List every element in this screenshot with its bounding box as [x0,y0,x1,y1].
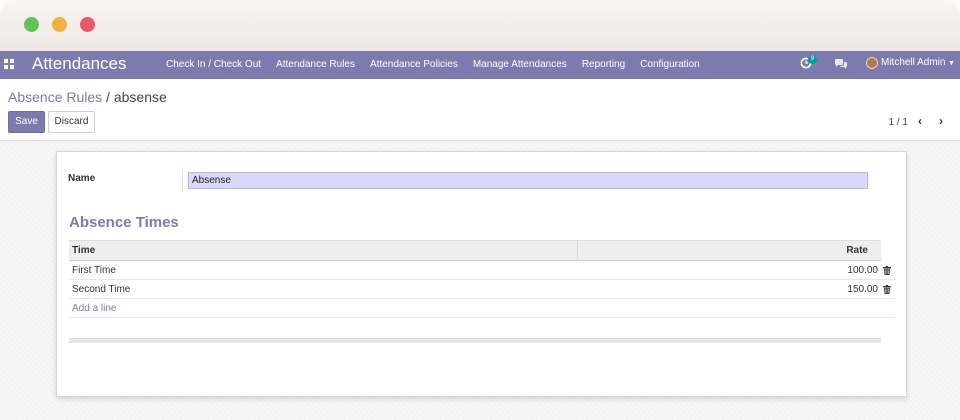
delete-row-icon[interactable] [883,266,891,275]
menu-item-check-in-check-out[interactable]: Check In / Check Out [166,51,261,79]
breadcrumb: Absence Rules / absense [8,88,167,106]
table-row[interactable]: Second Time 150.00 [69,280,895,299]
pager-previous-icon[interactable]: ‹ [918,115,928,127]
name-input[interactable] [188,172,868,189]
app-title[interactable]: Attendances [32,53,127,75]
maximize-window-button[interactable] [24,17,39,32]
breadcrumb-current: absense [113,89,167,105]
pager-next-icon[interactable]: › [939,115,949,127]
window-titlebar [0,0,960,51]
add-line-link[interactable]: Add a line [72,299,116,318]
name-field-label: Name [68,173,96,184]
add-line-row: Add a line [69,299,895,318]
apps-menu-icon[interactable] [4,59,14,69]
minimize-window-button[interactable] [52,17,67,32]
cell-rate[interactable]: 150.00 [847,280,878,299]
top-menu: Check In / Check Out Attendance Rules At… [166,51,715,79]
menu-item-configuration[interactable]: Configuration [640,51,699,79]
control-panel: Absence Rules / absense Save Discard 1 /… [0,79,960,141]
close-window-button[interactable] [80,17,95,32]
cell-time[interactable]: Second Time [72,280,130,299]
user-name[interactable]: Mitchell Admin [881,51,945,75]
user-avatar[interactable] [866,57,878,69]
breadcrumb-separator: / [102,89,114,105]
save-button[interactable]: Save [8,111,45,133]
pager-value[interactable]: 1 / 1 [889,117,908,128]
breadcrumb-parent-link[interactable]: Absence Rules [8,89,102,105]
column-divider [577,241,578,261]
cell-rate[interactable]: 100.00 [847,261,878,280]
delete-row-icon[interactable] [883,285,891,294]
browser-window: Attendances Check In / Check Out Attenda… [0,0,960,420]
column-header-time[interactable]: Time [72,241,95,261]
field-divider [182,170,183,192]
menu-item-attendance-policies[interactable]: Attendance Policies [370,51,458,79]
table-header: Time Rate [69,240,881,261]
menu-item-attendance-rules[interactable]: Attendance Rules [276,51,355,79]
main-navbar: Attendances Check In / Check Out Attenda… [0,51,960,79]
discard-button[interactable]: Discard [48,111,95,133]
absence-times-table: Time Rate First Time 100.00 Second Time … [69,240,895,318]
cell-time[interactable]: First Time [72,261,116,280]
table-footer [69,338,881,343]
absence-times-title: Absence Times [69,214,179,231]
menu-item-reporting[interactable]: Reporting [582,51,625,79]
chat-bubbles-icon[interactable] [834,58,848,70]
activity-count-badge: 9 [808,55,817,64]
table-row[interactable]: First Time 100.00 [69,261,895,280]
caret-down-icon[interactable]: ▼ [948,60,955,67]
menu-item-manage-attendances[interactable]: Manage Attendances [473,51,567,79]
column-header-rate[interactable]: Rate [846,241,868,261]
